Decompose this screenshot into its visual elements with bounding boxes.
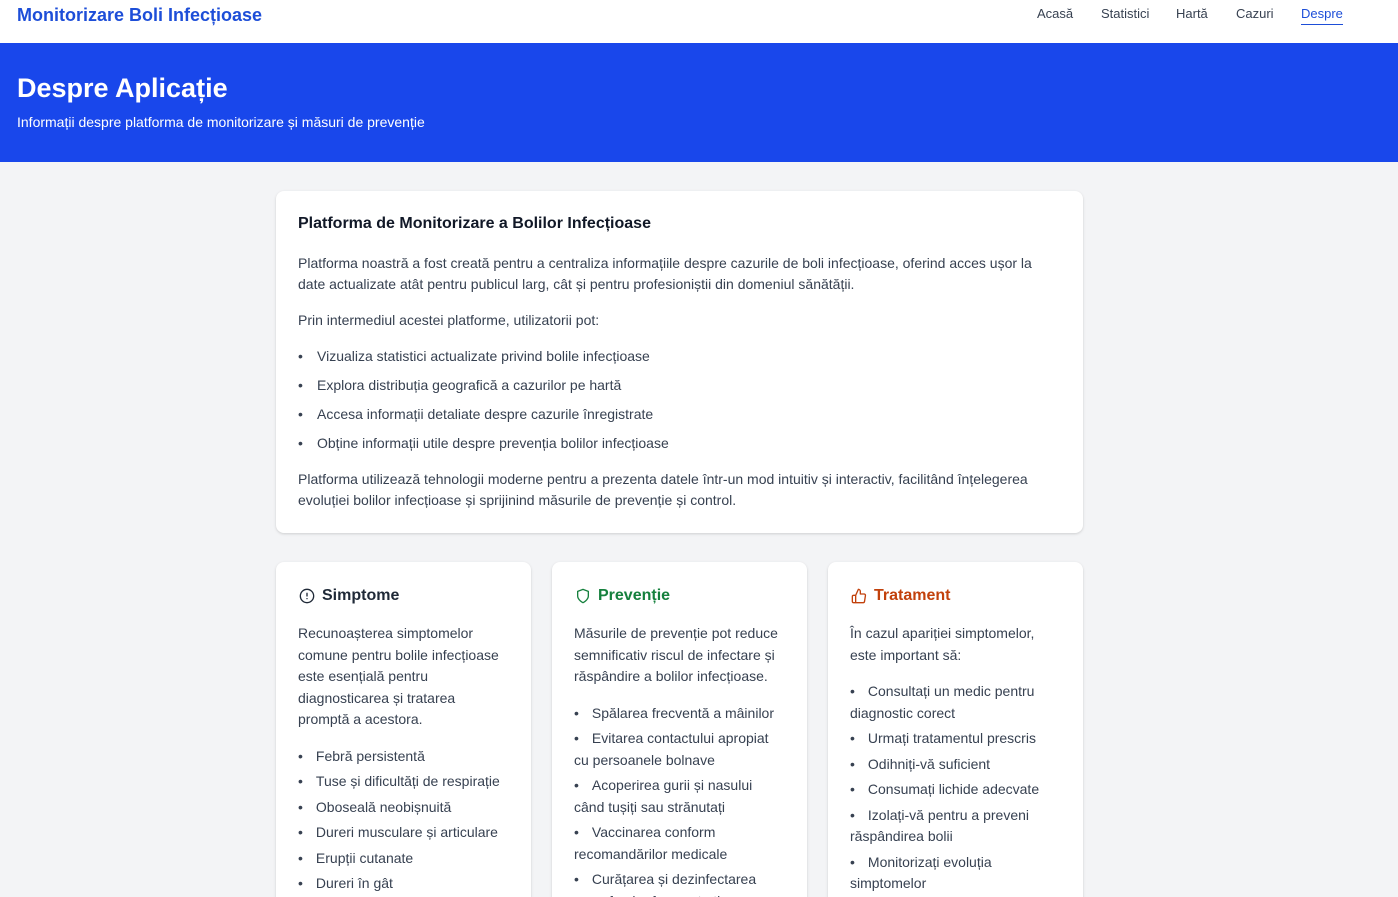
list-item: Oboseală neobișnuită xyxy=(298,797,509,819)
about-title: Platforma de Monitorizare a Bolilor Infe… xyxy=(298,215,651,232)
shield-icon xyxy=(574,587,592,605)
list-item: Izolați-vă pentru a preveni răspândirea … xyxy=(850,805,1061,848)
nav-link-home[interactable]: Acasă xyxy=(1037,6,1073,22)
prevention-header: Prevenție xyxy=(574,585,785,607)
list-item: Vaccinarea conform recomandărilor medica… xyxy=(574,822,785,865)
symptoms-header: Simptome xyxy=(298,585,509,607)
list-item: Urmați tratamentul prescris xyxy=(850,728,1061,750)
navbar: Monitorizare Boli Infecțioase Acasă Stat… xyxy=(0,0,1398,43)
symptoms-text: Recunoașterea simptomelor comune pentru … xyxy=(298,625,499,727)
list-item: Consultați un medic pentru diagnostic co… xyxy=(850,681,1061,724)
about-list: Vizualiza statistici actualizate privind… xyxy=(298,346,1061,454)
list-item: Monitorizați evoluția simptomelor xyxy=(850,852,1061,895)
symptoms-card: Simptome Recunoașterea simptomelor comun… xyxy=(276,562,531,897)
thumbs-up-icon xyxy=(850,587,868,605)
about-lead: Prin intermediul acestei platforme, util… xyxy=(298,312,600,328)
list-item: Dureri în gât xyxy=(298,873,509,895)
about-intro: Platforma noastră a fost creată pentru a… xyxy=(298,255,1032,292)
brand-link[interactable]: Monitorizare Boli Infecțioase xyxy=(17,5,262,25)
treatment-list: Consultați un medic pentru diagnostic co… xyxy=(850,681,1061,895)
prevention-list: Spălarea frecventă a mâinilor Evitarea c… xyxy=(574,703,785,897)
list-item: Acoperirea gurii și nasului când tușiți … xyxy=(574,775,785,818)
nav-link-statistics[interactable]: Statistici xyxy=(1101,6,1149,22)
page-title: Despre Aplicație xyxy=(17,73,228,103)
list-item: Accesa informații detaliate despre cazur… xyxy=(298,404,1061,425)
hero-banner: Despre Aplicație Informații despre platf… xyxy=(0,43,1398,162)
symptoms-list: Febră persistentă Tuse și dificultăți de… xyxy=(298,746,509,895)
prevention-card: Prevenție Măsurile de prevenție pot redu… xyxy=(552,562,807,897)
treatment-text: În cazul apariției simptomelor, este imp… xyxy=(850,625,1035,663)
list-item: Consumați lichide adecvate xyxy=(850,779,1061,801)
list-item: Explora distribuția geografică a cazuril… xyxy=(298,375,1061,396)
about-outro: Platforma utilizează tehnologii moderne … xyxy=(298,471,1028,508)
about-card: Platforma de Monitorizare a Bolilor Infe… xyxy=(276,191,1083,533)
list-item: Tuse și dificultăți de respirație xyxy=(298,771,509,793)
nav-link-cases[interactable]: Cazuri xyxy=(1236,6,1274,22)
list-item: Obține informații utile despre prevenția… xyxy=(298,433,1061,454)
list-item: Dureri musculare și articulare xyxy=(298,822,509,844)
list-item: Curățarea și dezinfectarea suprafețelor … xyxy=(574,869,785,897)
list-item: Febră persistentă xyxy=(298,746,509,768)
list-item: Evitarea contactului apropiat cu persoan… xyxy=(574,728,785,771)
page-subtitle: Informații despre platforma de monitoriz… xyxy=(17,114,425,130)
list-item: Spălarea frecventă a mâinilor xyxy=(574,703,785,725)
treatment-card: Tratament În cazul apariției simptomelor… xyxy=(828,562,1083,897)
list-item: Erupții cutanate xyxy=(298,848,509,870)
prevention-text: Măsurile de prevenție pot reduce semnifi… xyxy=(574,625,778,684)
treatment-header: Tratament xyxy=(850,585,1061,607)
nav-link-about[interactable]: Despre xyxy=(1301,6,1343,25)
list-item: Vizualiza statistici actualizate privind… xyxy=(298,346,1061,367)
prevention-title: Prevenție xyxy=(598,587,671,604)
list-item: Odihniți-vă suficient xyxy=(850,754,1061,776)
symptoms-title: Simptome xyxy=(322,587,400,604)
treatment-title: Tratament xyxy=(874,587,951,604)
alert-circle-icon xyxy=(298,587,316,605)
nav-link-map[interactable]: Hartă xyxy=(1176,6,1208,22)
